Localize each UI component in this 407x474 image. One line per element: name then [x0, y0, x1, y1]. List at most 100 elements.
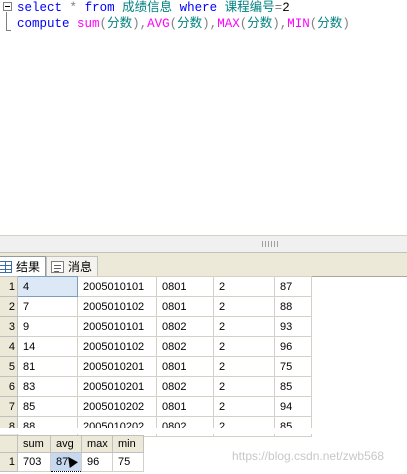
function-avg: AVG	[147, 17, 170, 31]
cell[interactable]: 0801	[156, 396, 214, 417]
paren-open: (	[99, 17, 108, 31]
pane-splitter[interactable]	[0, 235, 407, 252]
compute-header-row: sum avg max min	[0, 435, 144, 453]
cell[interactable]: 2	[213, 276, 275, 297]
cell[interactable]: 81	[17, 356, 78, 377]
tab-results[interactable]: 结果	[0, 256, 47, 276]
cell[interactable]: 9	[17, 316, 78, 337]
table-name: 成绩信息	[122, 1, 173, 15]
cell[interactable]: 2005010101	[77, 316, 157, 337]
row-header[interactable]: 6	[0, 376, 18, 397]
paren-open: (	[169, 17, 178, 31]
result-tabs: 结果 消息	[0, 252, 407, 277]
column-header-avg[interactable]: avg	[50, 435, 82, 453]
function-max: MAX	[217, 17, 240, 31]
paren-close: )	[342, 17, 350, 31]
keyword-where: where	[179, 1, 218, 15]
cell[interactable]: 2005010102	[77, 296, 157, 317]
keyword-compute: compute	[17, 17, 70, 31]
table-row[interactable]: 4 14 2005010102 0802 2 96	[0, 336, 312, 357]
function-min: MIN	[287, 17, 310, 31]
fold-guide-hook	[6, 30, 11, 31]
result-set-separator	[0, 428, 407, 434]
cell[interactable]: 85	[17, 396, 78, 417]
grid-icon	[0, 260, 12, 273]
cell[interactable]: 83	[17, 376, 78, 397]
table-row[interactable]: 3 9 2005010101 0802 2 93	[0, 316, 312, 337]
function-sum: sum	[77, 17, 100, 31]
row-header[interactable]: 5	[0, 356, 18, 377]
cell[interactable]: 88	[274, 296, 312, 317]
cell[interactable]: 2005010101	[77, 276, 157, 297]
paren-close: )	[132, 17, 140, 31]
cell[interactable]: 2	[213, 336, 275, 357]
row-header[interactable]: 4	[0, 336, 18, 357]
tab-messages[interactable]: 消息	[46, 256, 99, 276]
column-name: 课程编号	[224, 1, 275, 15]
fold-guide-line	[6, 12, 7, 31]
message-icon	[51, 260, 64, 273]
cell[interactable]: 0801	[156, 356, 214, 377]
cell[interactable]: 0802	[156, 336, 214, 357]
cell[interactable]: 14	[17, 336, 78, 357]
watermark: https://blog.csdn.net/zwb568	[232, 449, 385, 463]
cell[interactable]: 2005010202	[77, 396, 157, 417]
cell[interactable]: 7	[17, 296, 78, 317]
literal-value: 2	[282, 1, 290, 15]
cell[interactable]: 87	[274, 276, 312, 297]
cell[interactable]: 2	[213, 316, 275, 337]
cell[interactable]: 2	[213, 356, 275, 377]
table-row[interactable]: 6 83 2005010201 0802 2 85	[0, 376, 312, 397]
cell-sum[interactable]: 703	[17, 452, 51, 472]
keyword-from: from	[84, 1, 115, 15]
cell[interactable]: 93	[274, 316, 312, 337]
cell[interactable]: 75	[274, 356, 312, 377]
table-row[interactable]: 2 7 2005010102 0801 2 88	[0, 296, 312, 317]
row-header-corner	[0, 435, 18, 453]
table-row[interactable]: 1 4 2005010101 0801 2 87	[0, 276, 312, 297]
column-header-sum[interactable]: sum	[17, 435, 51, 453]
function-arg: 分数	[317, 17, 343, 31]
cell[interactable]: 2	[213, 376, 275, 397]
cell[interactable]: 0802	[156, 376, 214, 397]
cell[interactable]: 0801	[156, 296, 214, 317]
cell[interactable]: 2005010201	[77, 356, 157, 377]
cell[interactable]: 0802	[156, 316, 214, 337]
row-header[interactable]: 1	[0, 452, 18, 472]
editor-margin	[0, 0, 5, 235]
cell[interactable]: 85	[274, 376, 312, 397]
comma-token: ,	[139, 17, 148, 31]
table-row[interactable]: 5 81 2005010201 0801 2 75	[0, 356, 312, 377]
function-arg: 分数	[247, 17, 273, 31]
cell-min[interactable]: 75	[112, 452, 144, 472]
function-arg: 分数	[107, 17, 133, 31]
cell[interactable]: 0801	[156, 276, 214, 297]
function-arg: 分数	[177, 17, 203, 31]
results-grid[interactable]: 1 4 2005010101 0801 2 87 2 7 2005010102 0801 2 88 3 9…	[0, 276, 312, 437]
paren-close: )	[202, 17, 210, 31]
table-row[interactable]: 7 85 2005010202 0801 2 94	[0, 396, 312, 417]
column-header-min[interactable]: min	[112, 435, 144, 453]
star-token: *	[69, 1, 78, 15]
cell[interactable]: 94	[274, 396, 312, 417]
cell[interactable]: 2	[213, 396, 275, 417]
cell-max[interactable]: 96	[81, 452, 113, 472]
code-line-1[interactable]: select * from 成绩信息 where 课程编号=2	[17, 0, 290, 16]
collapse-icon[interactable]	[3, 2, 12, 11]
row-header[interactable]: 7	[0, 396, 18, 417]
sql-editor[interactable]: select * from 成绩信息 where 课程编号=2 compute …	[0, 0, 407, 235]
keyword-select: select	[17, 1, 63, 15]
row-header[interactable]: 1	[0, 276, 18, 297]
tab-results-label: 结果	[16, 260, 41, 274]
cell[interactable]: 2005010102	[77, 336, 157, 357]
code-line-2[interactable]: compute sum(分数),AVG(分数),MAX(分数),MIN(分数)	[17, 16, 350, 32]
cell[interactable]: 4	[17, 276, 78, 297]
cell[interactable]: 2005010201	[77, 376, 157, 397]
splitter-grip-icon[interactable]	[262, 241, 280, 247]
column-header-max[interactable]: max	[81, 435, 113, 453]
paren-close: )	[272, 17, 280, 31]
cell[interactable]: 2	[213, 296, 275, 317]
row-header[interactable]: 3	[0, 316, 18, 337]
row-header[interactable]: 2	[0, 296, 18, 317]
cell[interactable]: 96	[274, 336, 312, 357]
